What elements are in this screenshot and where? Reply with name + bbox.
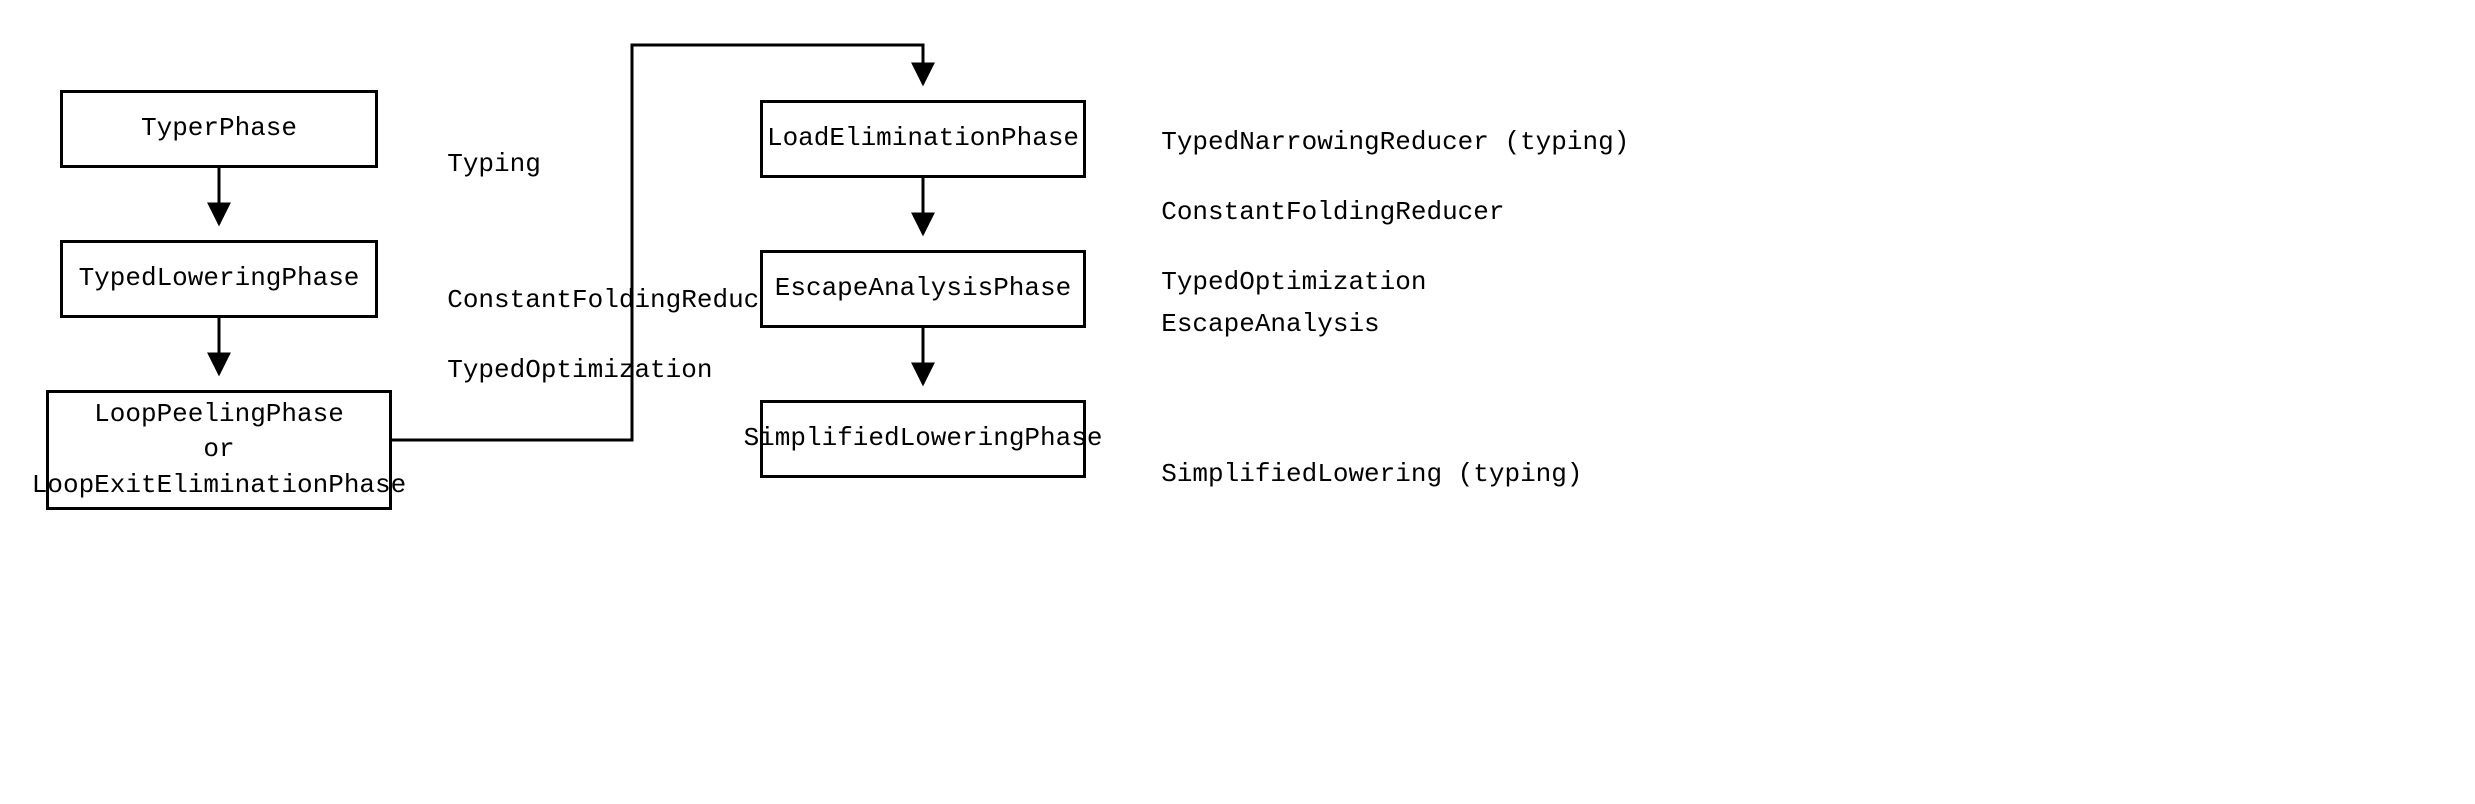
node-label: TypedLoweringPhase xyxy=(79,261,360,296)
annotation-typer-phase: Typing xyxy=(416,112,541,182)
node-label: TyperPhase xyxy=(141,111,297,146)
node-label: LoopExitEliminationPhase xyxy=(32,468,406,503)
annotation-line: TypedOptimization xyxy=(447,355,712,385)
annotation-escape-analysis-phase: EscapeAnalysis xyxy=(1130,272,1380,342)
node-load-elimination-phase: LoadEliminationPhase xyxy=(760,100,1086,178)
node-label: EscapeAnalysisPhase xyxy=(775,271,1071,306)
annotation-line: EscapeAnalysis xyxy=(1161,309,1379,339)
node-label: SimplifiedLoweringPhase xyxy=(744,421,1103,456)
node-label: LoadEliminationPhase xyxy=(767,121,1079,156)
annotation-line: SimplifiedLowering (typing) xyxy=(1161,459,1582,489)
annotation-typed-lowering-phase: ConstantFoldingReducer TypedOptimization xyxy=(416,248,790,388)
annotation-line: Typing xyxy=(447,149,541,179)
node-typer-phase: TyperPhase xyxy=(60,90,378,168)
annotation-simplified-lowering-phase: SimplifiedLowering (typing) xyxy=(1130,422,1583,492)
node-simplified-lowering-phase: SimplifiedLoweringPhase xyxy=(760,400,1086,478)
annotation-line: ConstantFoldingReducer xyxy=(1161,197,1504,227)
node-loop-phase: LoopPeelingPhase or LoopExitEliminationP… xyxy=(46,390,392,510)
annotation-load-elimination-phase: TypedNarrowingReducer (typing) ConstantF… xyxy=(1130,90,1629,301)
node-typed-lowering-phase: TypedLoweringPhase xyxy=(60,240,378,318)
annotation-line: TypedNarrowingReducer (typing) xyxy=(1161,127,1629,157)
node-escape-analysis-phase: EscapeAnalysisPhase xyxy=(760,250,1086,328)
node-label: LoopPeelingPhase xyxy=(94,397,344,432)
node-label: or xyxy=(203,432,234,467)
annotation-line: ConstantFoldingReducer xyxy=(447,285,790,315)
